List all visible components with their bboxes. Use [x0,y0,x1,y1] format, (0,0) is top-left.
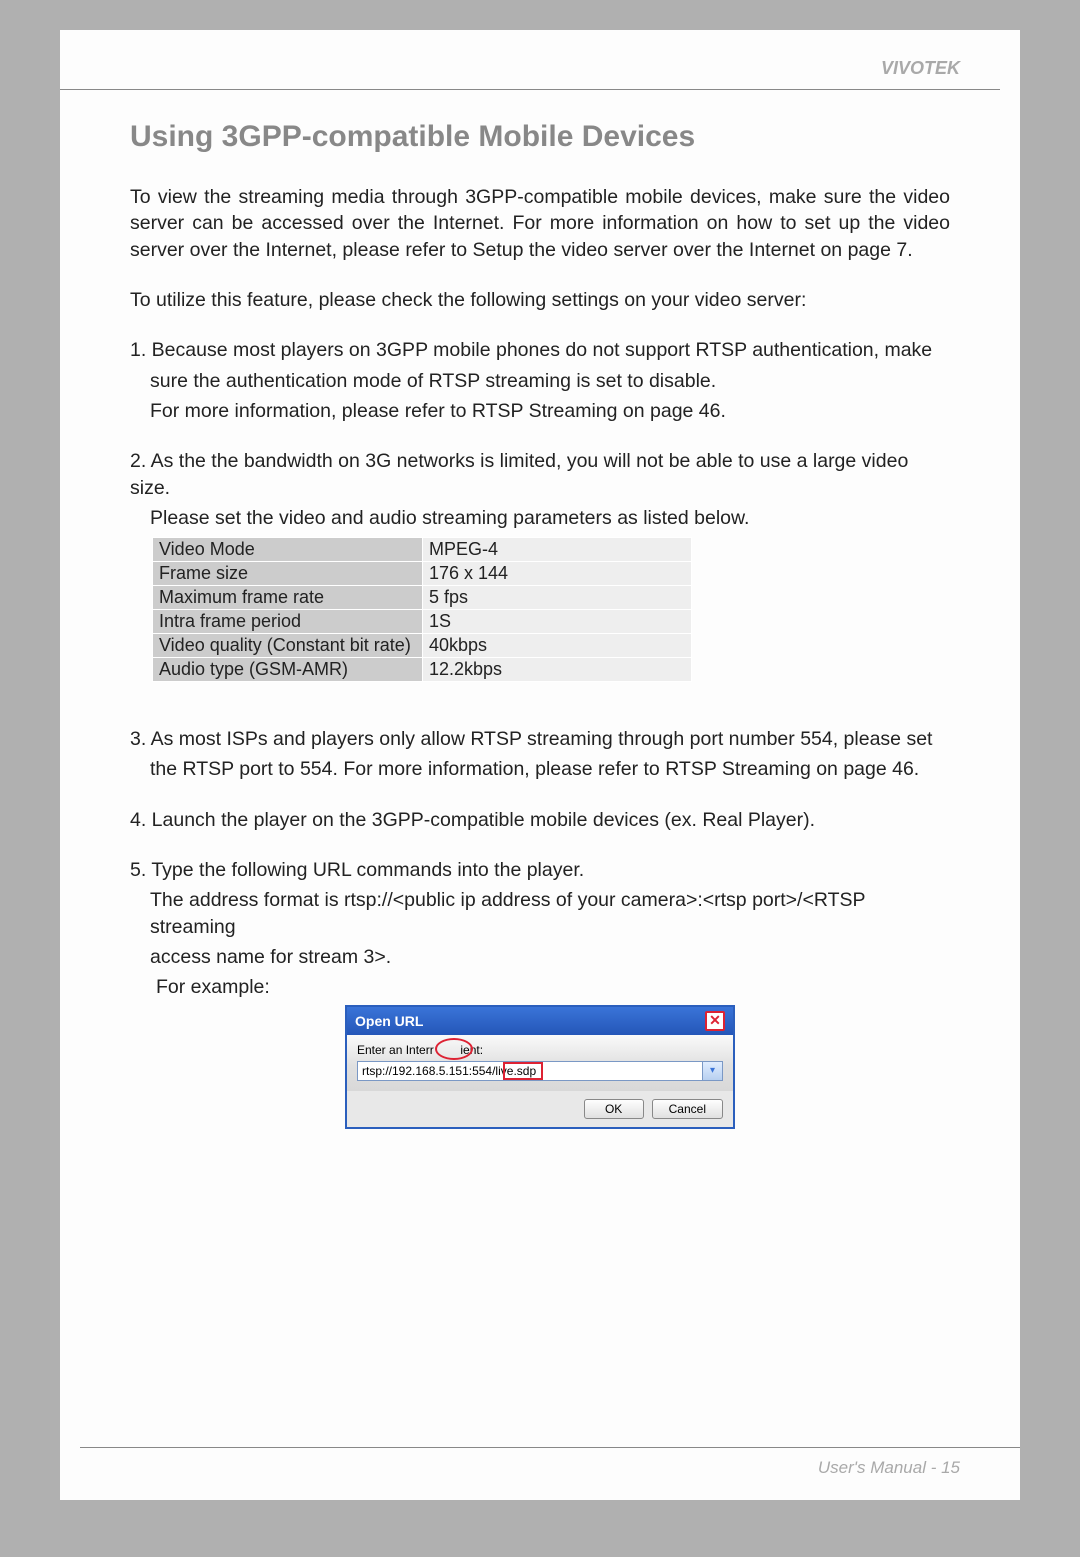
list-item-5-line-d: For example: [130,974,950,1000]
page-title: Using 3GPP-compatible Mobile Devices [130,120,950,154]
param-label: Maximum frame rate [153,586,423,610]
param-value: 1S [423,610,692,634]
dialog-button-row: OK Cancel [347,1091,733,1127]
list-item-5-line-a: 5. Type the following URL commands into … [130,857,950,883]
table-row: Maximum frame rate 5 fps [153,586,692,610]
param-label: Frame size [153,562,423,586]
dialog-title: Open URL [355,1013,423,1029]
annotation-rectangle [503,1062,543,1080]
dropdown-icon[interactable]: ▾ [703,1061,723,1081]
content-area: Using 3GPP-compatible Mobile Devices To … [60,90,1020,1129]
param-value: MPEG-4 [423,538,692,562]
list-item-1-line-c: For more information, please refer to RT… [130,398,950,424]
param-label: Audio type (GSM-AMR) [153,658,423,682]
list-item-1-line-a: 1. Because most players on 3GPP mobile p… [130,337,950,363]
cancel-button[interactable]: Cancel [652,1099,723,1119]
param-value: 12.2kbps [423,658,692,682]
dialog-titlebar: Open URL ✕ [347,1007,733,1035]
table-row: Frame size 176 x 144 [153,562,692,586]
dialog-prompt-label: Enter an Interr ient: [357,1043,723,1057]
footer-divider [80,1447,1020,1448]
param-value: 40kbps [423,634,692,658]
ok-button[interactable]: OK [584,1099,644,1119]
document-page: VIVOTEK Using 3GPP-compatible Mobile Dev… [60,30,1020,1500]
param-label: Video quality (Constant bit rate) [153,634,423,658]
open-url-dialog: Open URL ✕ Enter an Interr ient: ▾ [345,1005,735,1129]
list-item-3-line-b: the RTSP port to 554. For more informati… [130,756,950,782]
list-item-1-line-b: sure the authentication mode of RTSP str… [130,368,950,394]
annotation-circle [435,1038,473,1060]
table-row: Video quality (Constant bit rate) 40kbps [153,634,692,658]
dialog-example-wrap: Open URL ✕ Enter an Interr ient: ▾ [130,1005,950,1129]
param-label: Video Mode [153,538,423,562]
list-item-2-line-a: 2. As the the bandwidth on 3G networks i… [130,448,950,501]
page-footer: User's Manual - 15 [818,1458,960,1478]
param-value: 5 fps [423,586,692,610]
table-row: Intra frame period 1S [153,610,692,634]
list-item-5-line-c: access name for stream 3>. [130,944,950,970]
param-label: Intra frame period [153,610,423,634]
list-item-4: 4. Launch the player on the 3GPP-compati… [130,807,950,833]
dialog-body: Enter an Interr ient: ▾ [347,1035,733,1091]
parameters-table: Video Mode MPEG-4 Frame size 176 x 144 M… [152,537,692,682]
param-value: 176 x 144 [423,562,692,586]
feature-paragraph: To utilize this feature, please check th… [130,287,950,313]
list-item-2-line-b: Please set the video and audio streaming… [130,505,950,531]
list-item-3-line-a: 3. As most ISPs and players only allow R… [130,726,950,752]
table-row: Video Mode MPEG-4 [153,538,692,562]
close-icon[interactable]: ✕ [705,1011,725,1031]
table-row: Audio type (GSM-AMR) 12.2kbps [153,658,692,682]
brand-header: VIVOTEK [60,30,1020,89]
intro-paragraph: To view the streaming media through 3GPP… [130,184,950,263]
dialog-label-part-a: Enter an Interr [357,1043,434,1057]
list-item-5-line-b: The address format is rtsp://<public ip … [130,887,950,940]
